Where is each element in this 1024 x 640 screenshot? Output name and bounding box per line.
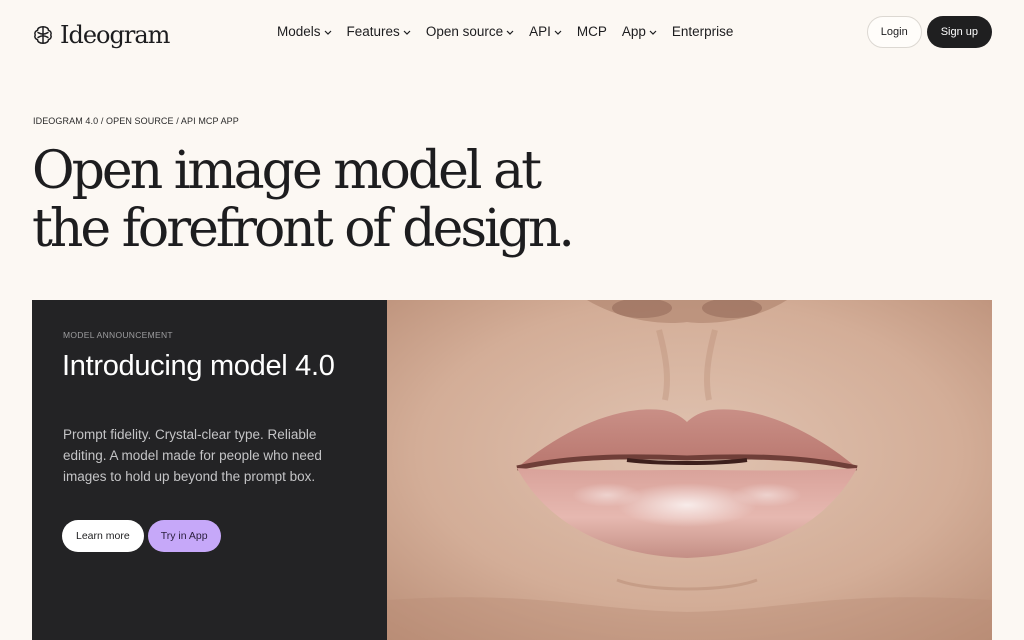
nav-item-features[interactable]: Features: [347, 24, 411, 39]
ideogram-logo-icon: [34, 26, 52, 44]
chevron-down-icon: [649, 30, 657, 35]
nav-item-enterprise[interactable]: Enterprise: [672, 24, 734, 39]
signup-button[interactable]: Sign up: [926, 16, 992, 48]
announcement-card: MODEL ANNOUNCEMENT Introducing model 4.0…: [32, 300, 387, 640]
card-title: Introducing model 4.0: [62, 350, 335, 382]
main-nav: Models Features Open source API MCP App …: [277, 24, 748, 39]
card-description: Prompt fidelity. Crystal-clear type. Rel…: [63, 427, 322, 484]
chevron-down-icon: [506, 30, 514, 35]
login-button[interactable]: Login: [866, 16, 922, 48]
try-in-app-button[interactable]: Try in App: [147, 520, 221, 552]
card-buttons: Learn more Try in App: [62, 520, 221, 552]
chevron-down-icon: [403, 30, 411, 35]
nav-item-app[interactable]: App: [622, 24, 657, 39]
chevron-down-icon: [554, 30, 562, 35]
headline-line-2: the forefront of design.: [32, 199, 575, 259]
hero-image: [387, 300, 992, 640]
nav-item-label: Features: [346, 24, 400, 39]
headline-line-1: Open image model at: [32, 141, 542, 201]
header-actions: Login Sign up: [866, 16, 992, 48]
card-eyebrow: MODEL ANNOUNCEMENT: [63, 330, 173, 340]
nav-item-api[interactable]: API: [529, 24, 562, 39]
learn-more-button[interactable]: Learn more: [62, 520, 144, 552]
nav-item-label: Open source: [425, 24, 504, 39]
page-title: Open image model at the forefront of des…: [32, 142, 672, 258]
nav-item-mcp[interactable]: MCP: [577, 24, 607, 39]
chevron-down-icon: [324, 30, 331, 35]
nav-item-label: App: [621, 24, 646, 39]
nav-item-open-source[interactable]: Open source: [426, 24, 514, 39]
logo[interactable]: Ideogram: [32, 20, 170, 50]
logo-wordmark: Ideogram: [60, 21, 170, 49]
site-header: Ideogram Models Features Open source API…: [0, 0, 1024, 66]
breadcrumb: IDEOGRAM 4.0 / OPEN SOURCE / API MCP APP: [33, 116, 239, 126]
nav-item-label: API: [529, 24, 551, 39]
nav-item-label: Models: [277, 24, 321, 39]
nav-item-models[interactable]: Models: [277, 24, 332, 39]
lips-illustration: [387, 300, 992, 640]
nav-item-label: Enterprise: [671, 24, 734, 39]
nav-item-label: MCP: [576, 24, 607, 39]
